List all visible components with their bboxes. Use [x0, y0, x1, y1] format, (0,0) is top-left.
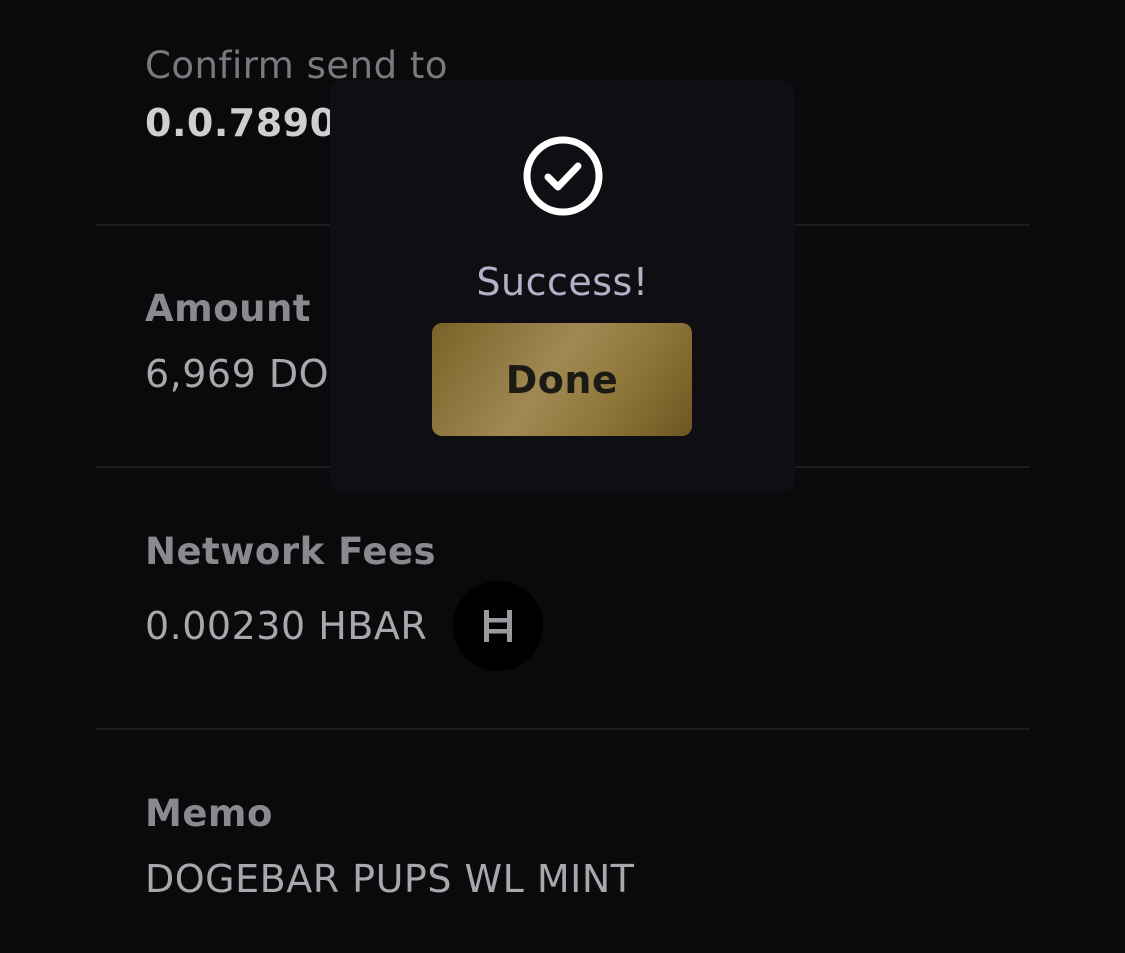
memo-label: Memo	[145, 792, 273, 835]
amount-section: Amount 6,969 DO	[145, 287, 329, 396]
memo-section: Memo DOGEBAR PUPS WL MINT	[145, 792, 634, 901]
check-circle-icon	[522, 135, 604, 217]
network-fees-value: 0.00230 HBAR	[145, 604, 428, 648]
hbar-icon	[453, 581, 544, 671]
done-button[interactable]: Done	[432, 323, 692, 436]
success-message: Success!	[476, 260, 649, 304]
network-fees-label: Network Fees	[145, 530, 437, 573]
memo-value: DOGEBAR PUPS WL MINT	[145, 857, 635, 901]
amount-label: Amount	[145, 287, 311, 330]
network-fees-section: Network Fees 0.00230 HBAR	[145, 530, 544, 671]
network-fees-row: 0.00230 HBAR	[145, 581, 544, 671]
divider	[96, 728, 1030, 730]
success-modal: Success! Done	[330, 80, 795, 492]
amount-value: 6,969 DO	[145, 352, 330, 396]
confirm-send-screen: Confirm send to 0.0.78903 Amount 6,969 D…	[0, 0, 1125, 953]
